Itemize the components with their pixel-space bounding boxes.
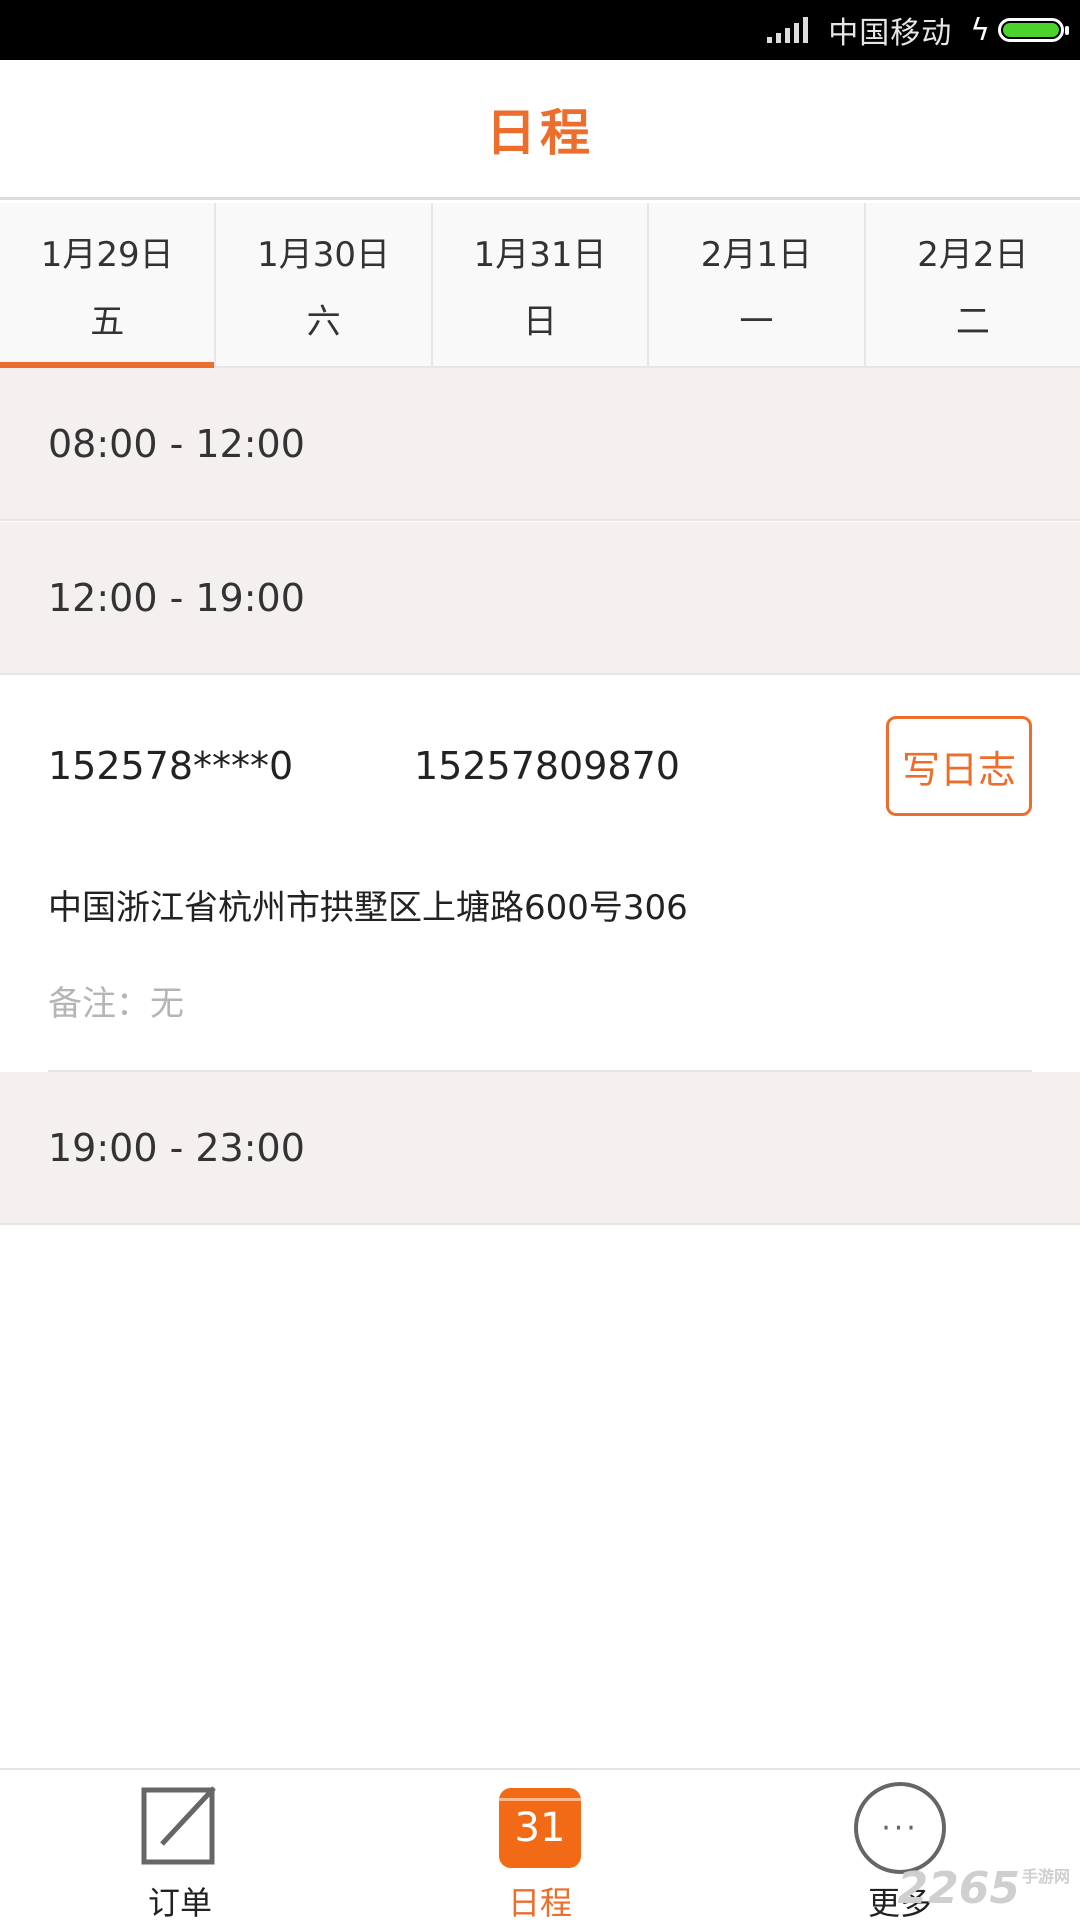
date-tab-2[interactable]: 1月31日 日 <box>433 203 650 366</box>
customer-name: 152578****0 <box>48 744 294 788</box>
watermark-logo: 2265 手游网 <box>898 1863 1070 1914</box>
time-slot-label: 19:00 - 23:00 <box>48 1125 305 1170</box>
date-tab-weekday: 一 <box>739 301 774 342</box>
date-tab-date: 1月30日 <box>257 234 391 275</box>
watermark-suffix: 手游网 <box>1021 1867 1070 1886</box>
page-title: 日程 <box>486 103 594 162</box>
calendar-icon: 31 <box>499 1788 581 1868</box>
customer-address: 中国浙江省杭州市拱墅区上塘路600号306 <box>48 888 688 928</box>
write-log-button[interactable]: 写日志 <box>886 716 1032 816</box>
watermark-text: 2265 <box>897 1863 1020 1914</box>
time-slot-afternoon[interactable]: 12:00 - 19:00 <box>0 522 1080 675</box>
date-tab-weekday: 五 <box>90 301 125 342</box>
date-tab-date: 1月29日 <box>40 234 174 275</box>
bottom-tab-bar: 订单 31 日程 ··· 更多 2265 手游网 <box>0 1768 1080 1922</box>
tab-label: 订单 <box>147 1884 212 1922</box>
time-slot-evening[interactable]: 19:00 - 23:00 <box>0 1072 1080 1225</box>
date-tab-0[interactable]: 1月29日 五 <box>0 203 217 368</box>
customer-phone: 15257809870 <box>414 744 680 788</box>
date-tab-4[interactable]: 2月2日 二 <box>866 203 1080 366</box>
schedule-entry[interactable]: 152578****0 15257809870 写日志 中国浙江省杭州市拱墅区上… <box>0 676 1080 1072</box>
edit-icon <box>140 1782 220 1870</box>
date-tab-date: 2月2日 <box>917 234 1029 275</box>
date-tab-weekday: 日 <box>523 301 558 342</box>
tab-schedule[interactable]: 31 日程 <box>360 1770 720 1922</box>
date-tab-date: 2月1日 <box>700 234 813 275</box>
more-icon: ··· <box>854 1782 946 1874</box>
status-bar: 中国移动 ϟ <box>0 0 1080 60</box>
time-slot-morning[interactable]: 08:00 - 12:00 <box>0 368 1080 521</box>
entry-note: 备注：无 <box>48 984 184 1024</box>
charging-icon: ϟ <box>970 12 990 48</box>
date-tab-3[interactable]: 2月1日 一 <box>649 203 866 366</box>
date-tabs: 1月29日 五 1月30日 六 1月31日 日 2月1日 一 2月2日 二 <box>0 203 1080 368</box>
tab-label: 日程 <box>507 1884 572 1922</box>
date-tab-weekday: 六 <box>306 301 341 342</box>
date-tab-date: 1月31日 <box>473 234 607 275</box>
time-slot-label: 12:00 - 19:00 <box>48 575 305 620</box>
battery-icon <box>998 18 1069 42</box>
signal-icon <box>767 17 809 43</box>
tab-orders[interactable]: 订单 <box>0 1770 360 1922</box>
date-tab-weekday: 二 <box>955 301 990 342</box>
date-tab-1[interactable]: 1月30日 六 <box>216 203 433 366</box>
carrier-name: 中国移动 <box>828 16 953 51</box>
time-slot-label: 08:00 - 12:00 <box>48 421 305 466</box>
app-header: 日程 <box>0 60 1080 200</box>
